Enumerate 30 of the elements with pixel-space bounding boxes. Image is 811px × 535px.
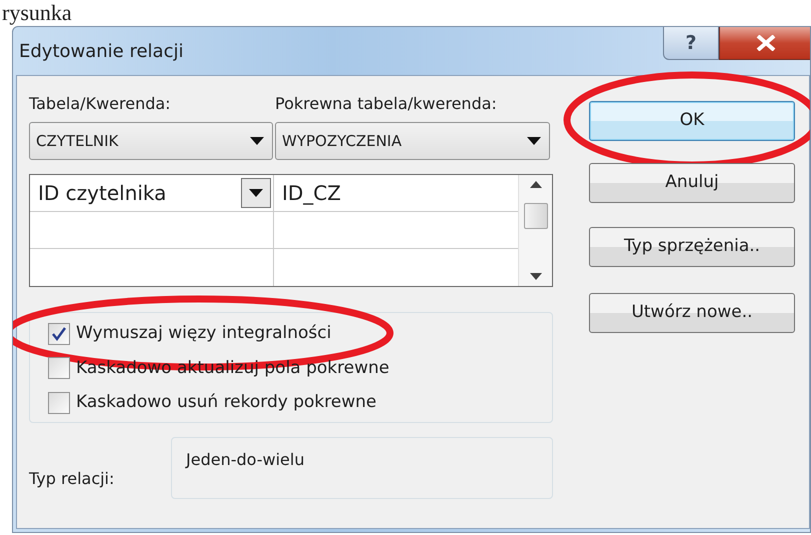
field-label: Tabela/Kwerenda: (29, 93, 172, 115)
dialog-button[interactable]: Utwórz nowe.. (589, 293, 795, 333)
checkbox-label[interactable]: Kaskadowo usuń rekordy pokrewne (76, 390, 376, 416)
dialog-button[interactable]: OK (589, 101, 795, 141)
caret-icon (527, 137, 541, 145)
scroll-down-icon[interactable] (530, 273, 542, 280)
relation-type-field: Jeden-do-wielu (171, 436, 553, 498)
checkbox[interactable] (48, 357, 70, 380)
help-button[interactable]: ? (663, 27, 719, 60)
dialog-button[interactable]: Typ sprzężenia.. (589, 227, 795, 267)
caret-icon (249, 189, 263, 197)
field-label: Pokrewna tabela/kwerenda: (275, 93, 498, 115)
table-cell[interactable]: ID czytelnika (30, 175, 274, 211)
checkbox[interactable] (48, 392, 70, 414)
dialog-button[interactable]: Anuluj (589, 163, 795, 203)
scroll-up-icon[interactable] (530, 181, 542, 188)
caret-icon (250, 137, 264, 145)
close-button[interactable] (719, 27, 810, 60)
field-label: Typ relacji: (29, 468, 116, 490)
table-cell[interactable]: ID_CZ (274, 175, 518, 211)
dropdown-button[interactable] (241, 178, 271, 208)
scroll-thumb[interactable] (524, 202, 548, 228)
figure-caption: rysunka (1, 0, 72, 26)
table-dropdown[interactable]: CZYTELNIK (29, 122, 273, 160)
window-title: Edytowanie relacji (19, 40, 184, 64)
close-icon (754, 35, 776, 51)
scrollbar[interactable] (518, 175, 552, 286)
check-icon (51, 326, 67, 342)
table-dropdown[interactable]: WYPOZYCZENIA (275, 122, 550, 160)
checkbox[interactable] (48, 322, 70, 345)
